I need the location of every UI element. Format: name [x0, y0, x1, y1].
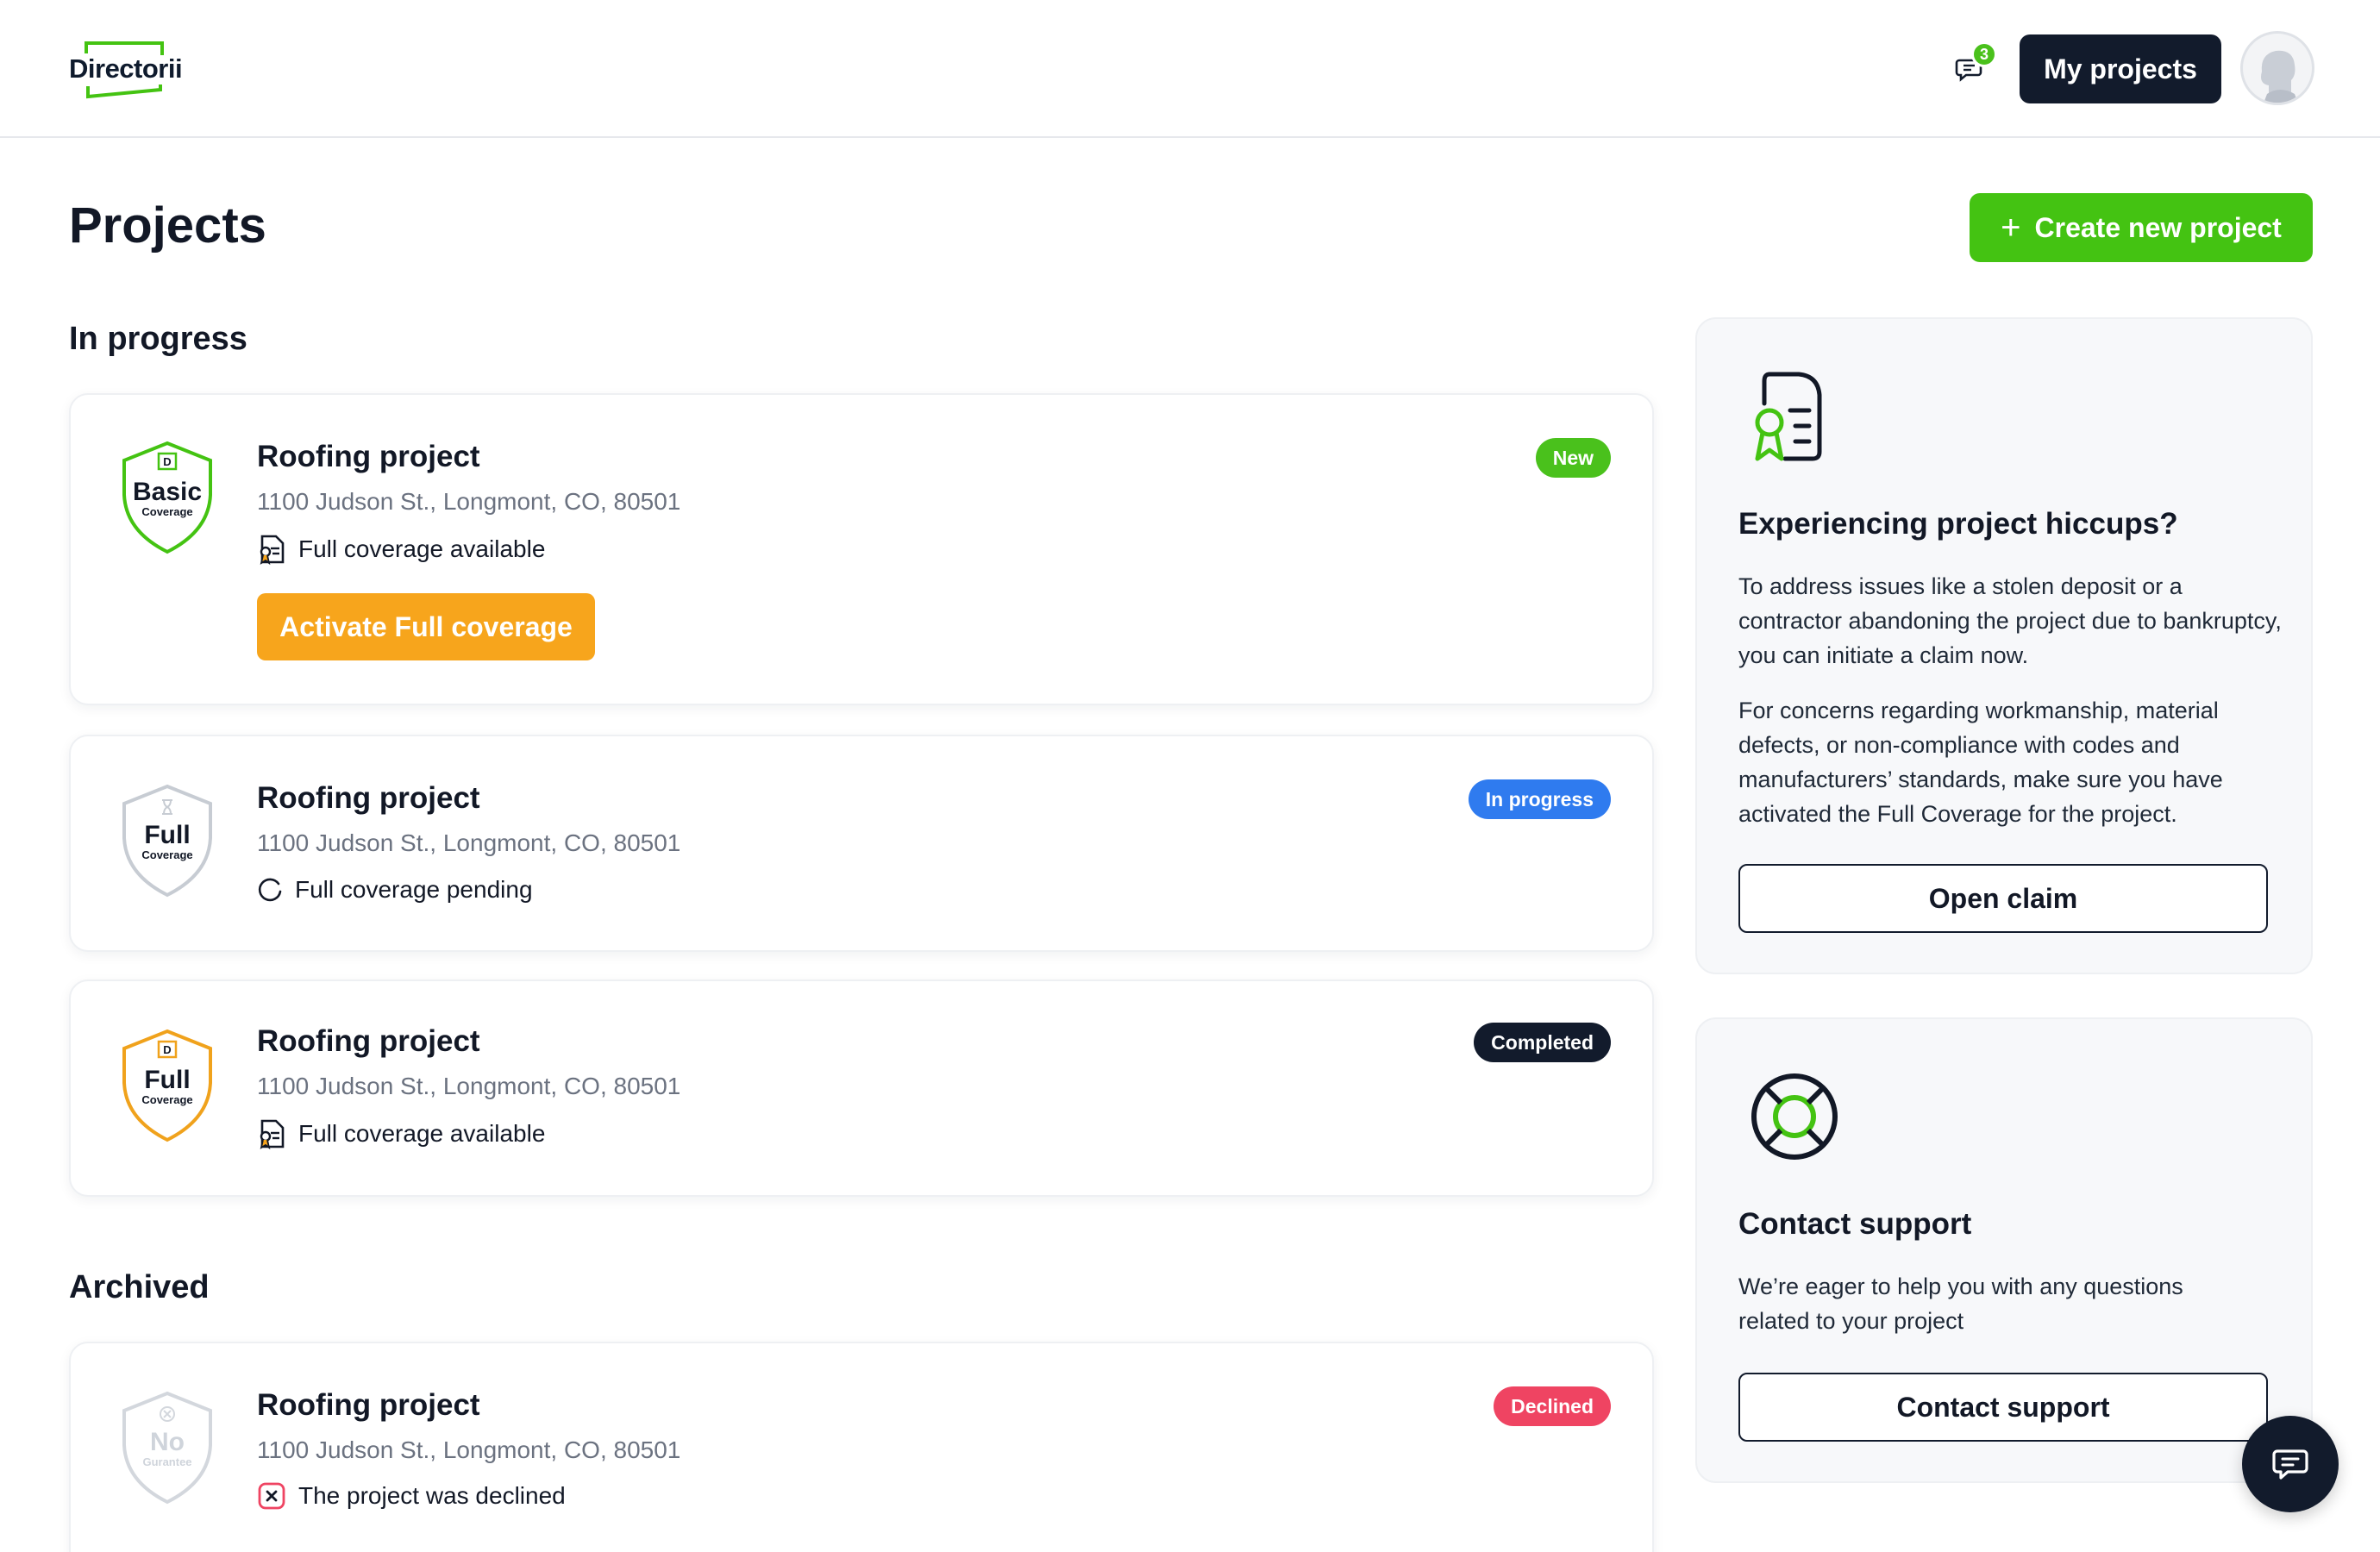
- shield-badge-icon: Full Coverage: [122, 784, 212, 898]
- top-navigation-bar: Directorii 3 My projects: [0, 0, 2380, 138]
- shield-badge-icon: D Full Coverage: [122, 1029, 212, 1142]
- certificate-icon: [260, 535, 285, 566]
- coverage-status: Full coverage available: [257, 533, 545, 566]
- section-title-archived: Archived: [69, 1269, 210, 1305]
- spinner-icon: [258, 878, 282, 902]
- project-address: 1100 Judson St., Longmont, CO, 80501: [257, 1436, 681, 1463]
- shield-badge-icon: D Basic Coverage: [122, 441, 212, 554]
- hiccups-title: Experiencing project hiccups?: [1738, 507, 2178, 541]
- lifebuoy-icon: [1751, 1073, 1838, 1160]
- status-badge: In progress: [1468, 779, 1611, 819]
- coverage-text: Full coverage pending: [295, 876, 533, 903]
- logo-text: Directorii: [69, 53, 183, 84]
- coverage-status: Full coverage pending: [257, 876, 533, 904]
- shield-title: Full: [144, 1066, 190, 1094]
- shield-subtitle: Coverage: [141, 848, 192, 861]
- coverage-text: Full coverage available: [298, 535, 546, 562]
- project-title[interactable]: Roofing project: [257, 440, 480, 474]
- chat-icon: [2272, 1449, 2308, 1480]
- user-avatar-icon: [2261, 50, 2298, 103]
- support-title: Contact support: [1738, 1207, 1972, 1241]
- declined-icon: [258, 1482, 285, 1510]
- shield-subtitle: Coverage: [141, 505, 192, 518]
- project-title[interactable]: Roofing project: [257, 781, 480, 816]
- shield-title: No: [150, 1428, 185, 1456]
- coverage-status: The project was declined: [257, 1481, 566, 1511]
- coverage-text: The project was declined: [298, 1482, 566, 1509]
- activate-full-coverage-button[interactable]: Activate Full coverage: [257, 593, 595, 660]
- plus-icon: +: [2001, 209, 2021, 247]
- support-panel: Contact support We’re eager to help you …: [1695, 1017, 2313, 1483]
- shield-mark: D: [163, 1043, 171, 1056]
- shield-subtitle: Gurantee: [142, 1455, 191, 1468]
- create-new-project-label: Create new project: [2034, 211, 2282, 243]
- claim-info-panel: Experiencing project hiccups? To address…: [1695, 317, 2313, 974]
- project-card[interactable]: D Full Coverage Roofing project 1100 Jud…: [69, 979, 1654, 1197]
- coverage-status: Full coverage available: [257, 1117, 545, 1150]
- project-address: 1100 Judson St., Longmont, CO, 80501: [257, 1073, 681, 1099]
- hiccups-text-1: To address issues like a stolen deposit …: [1738, 573, 2282, 668]
- shield-subtitle: Coverage: [141, 1093, 192, 1106]
- page-title: Projects: [69, 197, 266, 253]
- shield-title: Full: [144, 821, 190, 849]
- project-title[interactable]: Roofing project: [257, 1388, 480, 1423]
- shield-badge-icon: No Gurantee: [122, 1391, 212, 1505]
- chat-fab-button[interactable]: [2242, 1416, 2339, 1512]
- shield-mark: D: [163, 455, 171, 468]
- status-badge: New: [1535, 438, 1611, 478]
- project-address: 1100 Judson St., Longmont, CO, 80501: [257, 829, 681, 856]
- contact-support-button[interactable]: Contact support: [1738, 1373, 2268, 1442]
- status-badge: Completed: [1474, 1023, 1611, 1062]
- project-card[interactable]: No Gurantee Roofing project 1100 Judson …: [69, 1342, 1654, 1552]
- hiccups-text-2: For concerns regarding workmanship, mate…: [1738, 698, 2223, 827]
- directorii-logo[interactable]: Directorii: [67, 40, 188, 100]
- my-projects-button[interactable]: My projects: [2020, 34, 2221, 103]
- user-avatar[interactable]: [2240, 31, 2314, 105]
- project-address: 1100 Judson St., Longmont, CO, 80501: [257, 488, 681, 515]
- status-badge: Declined: [1494, 1386, 1611, 1426]
- create-new-project-button[interactable]: + Create new project: [1970, 193, 2313, 262]
- project-title[interactable]: Roofing project: [257, 1024, 480, 1059]
- project-card[interactable]: Full Coverage Roofing project 1100 Judso…: [69, 735, 1654, 952]
- notification-count-badge: 3: [1971, 41, 1997, 67]
- certificate-icon: [1755, 372, 1822, 461]
- coverage-text: Full coverage available: [298, 1120, 546, 1147]
- project-card[interactable]: D Basic Coverage Roofing project 1100 Ju…: [69, 393, 1654, 705]
- open-claim-button[interactable]: Open claim: [1738, 864, 2268, 933]
- shield-title: Basic: [133, 478, 202, 506]
- certificate-icon: [260, 1119, 285, 1150]
- section-title-in-progress: In progress: [69, 321, 247, 357]
- support-text: We’re eager to help you with any questio…: [1738, 1274, 2183, 1334]
